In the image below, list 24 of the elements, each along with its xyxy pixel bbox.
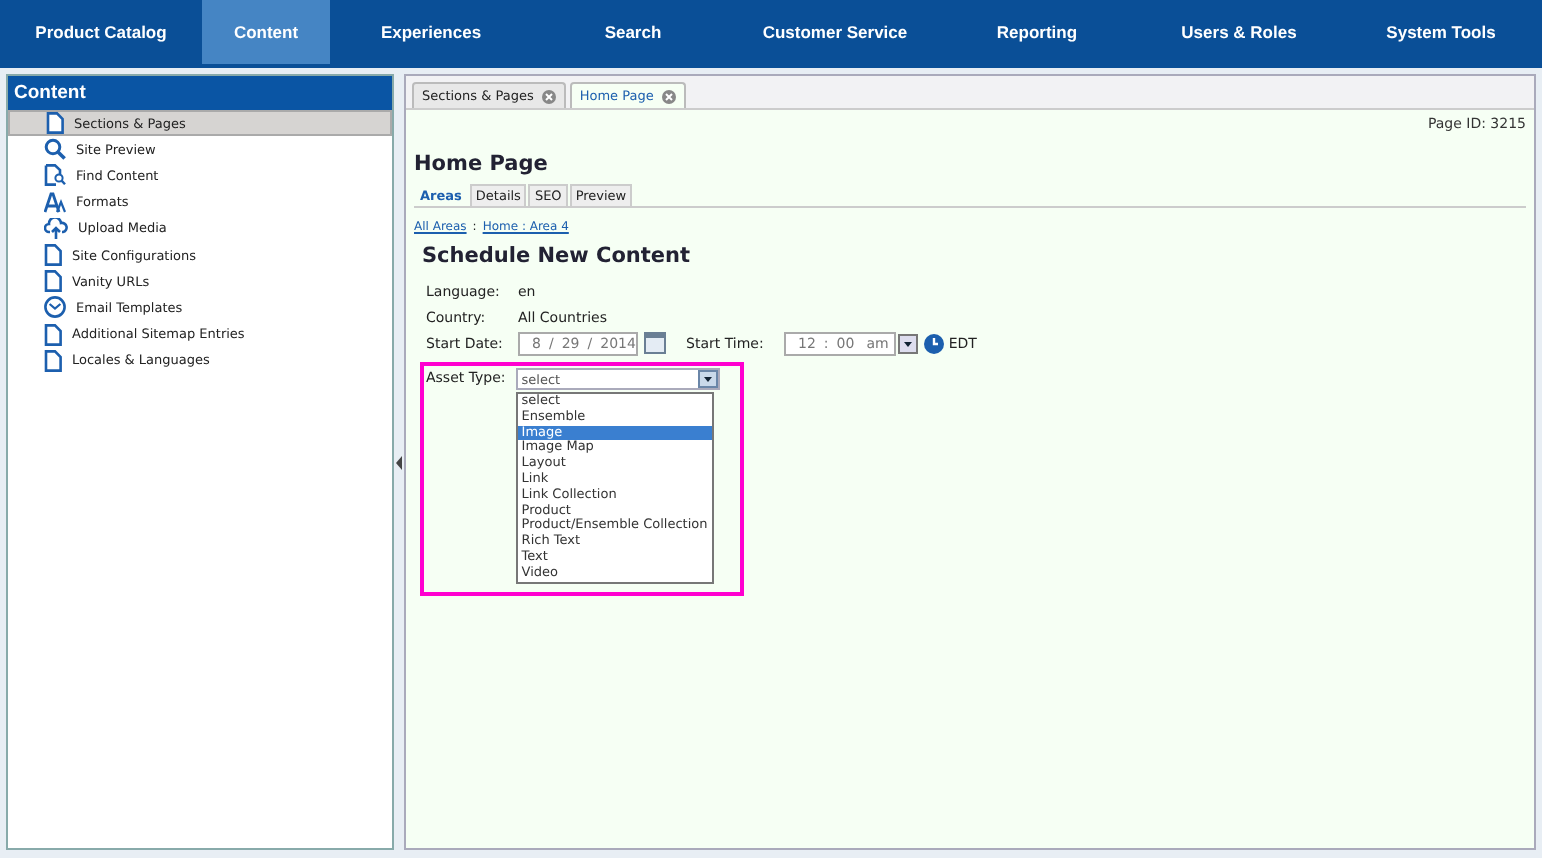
font-icon [44,191,66,214]
nav-tab[interactable]: Experiences [330,0,532,64]
document-icon [46,112,64,135]
search-icon [44,138,66,161]
document-icon [44,270,62,293]
document-search-icon [44,164,66,187]
close-icon[interactable] [541,89,556,103]
section-heading: Schedule New Content [422,244,691,268]
sidebar-title: Content [8,76,392,110]
close-icon[interactable] [661,89,676,103]
calendar-icon[interactable] [644,332,666,354]
nav-tab[interactable]: Reporting [936,0,1138,64]
nav-tab[interactable]: Content [202,0,330,64]
page-title: Home Page [414,152,548,176]
nav-tab[interactable]: Customer Service [734,0,936,64]
nav-tab[interactable]: System Tools [1340,0,1542,64]
document-icon [44,323,62,346]
clock-icon [924,333,945,353]
nav-tab[interactable]: Product Catalog [0,0,202,64]
nav-tab[interactable]: Users & Roles [1138,0,1340,64]
document-icon [44,244,62,267]
cloud-upload-icon [44,217,68,240]
document-icon [44,349,62,372]
nav-tab[interactable]: Search [532,0,734,64]
